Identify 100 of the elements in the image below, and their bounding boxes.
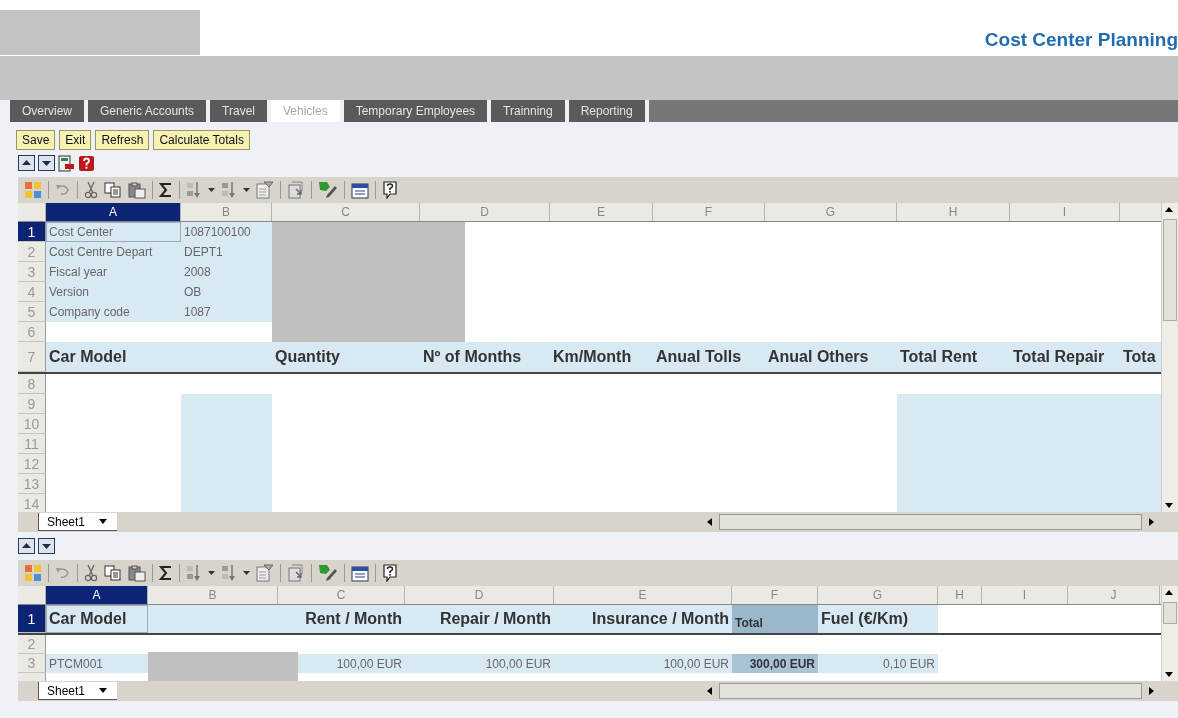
vertical-scrollbar[interactable] bbox=[1161, 586, 1178, 681]
scroll-thumb[interactable] bbox=[1163, 219, 1177, 321]
copy-icon[interactable] bbox=[104, 565, 122, 581]
move-up-icon[interactable] bbox=[18, 538, 35, 554]
nav-tab[interactable]: Temporary Employees bbox=[343, 100, 492, 122]
pencil-icon[interactable] bbox=[318, 181, 338, 199]
column-header[interactable]: F bbox=[732, 586, 818, 604]
input-area[interactable] bbox=[181, 494, 272, 512]
input-area[interactable] bbox=[148, 605, 278, 633]
row-number[interactable]: 6 bbox=[18, 322, 46, 342]
column-header[interactable]: D bbox=[420, 203, 550, 221]
move-down-icon[interactable] bbox=[38, 538, 55, 554]
row-number[interactable]: 2 bbox=[18, 635, 46, 654]
column-header[interactable]: E bbox=[550, 203, 653, 221]
nav-tab[interactable]: Generic Accounts bbox=[88, 100, 211, 122]
help-icon[interactable] bbox=[382, 181, 398, 199]
column-header[interactable]: G bbox=[818, 586, 938, 604]
row-number[interactable]: 3 bbox=[18, 654, 46, 673]
document-arrow-icon[interactable] bbox=[287, 564, 305, 582]
row-number[interactable]: 1 bbox=[18, 605, 46, 633]
table-cell: Company code bbox=[46, 302, 181, 322]
column-header[interactable]: E bbox=[554, 586, 732, 604]
row-number[interactable]: 10 bbox=[18, 414, 46, 434]
dropdown-caret-icon[interactable] bbox=[208, 188, 215, 192]
sort-descending-icon[interactable] bbox=[221, 564, 237, 582]
help-icon[interactable] bbox=[78, 154, 95, 172]
row-number[interactable]: 2 bbox=[18, 242, 46, 262]
table-cell: 2008 bbox=[181, 262, 272, 282]
column-header[interactable]: J bbox=[1068, 586, 1160, 604]
dropdown-caret-icon[interactable] bbox=[99, 688, 108, 693]
nav-tab[interactable]: Trainning bbox=[491, 100, 569, 122]
window-icon[interactable] bbox=[351, 564, 369, 582]
action-button[interactable]: Refresh bbox=[95, 130, 150, 150]
vertical-scrollbar[interactable] bbox=[1161, 203, 1178, 512]
row-number[interactable]: 5 bbox=[18, 302, 46, 322]
column-header[interactable]: A bbox=[46, 203, 181, 221]
row-number[interactable]: 1 bbox=[18, 222, 46, 242]
scissors-icon[interactable] bbox=[84, 564, 98, 582]
column-header[interactable]: I bbox=[982, 586, 1068, 604]
dropdown-caret-icon[interactable] bbox=[208, 571, 215, 575]
input-area[interactable] bbox=[897, 394, 1161, 414]
table-cell: Cost Centre Depart bbox=[46, 242, 181, 262]
help-icon[interactable] bbox=[382, 564, 398, 582]
column-header[interactable]: G bbox=[765, 203, 897, 221]
column-heading: Total bbox=[732, 605, 818, 633]
nav-tab[interactable]: Travel bbox=[210, 100, 271, 122]
column-header[interactable]: B bbox=[148, 586, 278, 604]
sum-icon[interactable] bbox=[159, 182, 173, 198]
action-button[interactable]: Save bbox=[16, 130, 56, 150]
layout-icon[interactable] bbox=[58, 154, 75, 172]
column-header[interactable]: H bbox=[938, 586, 982, 604]
input-area[interactable] bbox=[897, 494, 1161, 512]
sheet-tab[interactable]: Sheet1 bbox=[38, 513, 118, 531]
row-number[interactable]: 11 bbox=[18, 434, 46, 454]
row-number[interactable]: 12 bbox=[18, 454, 46, 474]
copy-icon[interactable] bbox=[104, 182, 122, 198]
nav-tab[interactable]: Reporting bbox=[568, 100, 649, 122]
row-number[interactable]: 7 bbox=[18, 342, 46, 372]
row-number[interactable]: 8 bbox=[18, 374, 46, 394]
column-header[interactable]: H bbox=[897, 203, 1010, 221]
column-header[interactable]: F bbox=[653, 203, 765, 221]
row-number[interactable]: 3 bbox=[18, 262, 46, 282]
sort-descending-icon[interactable] bbox=[221, 181, 237, 199]
paste-icon[interactable] bbox=[128, 564, 146, 582]
sum-icon[interactable] bbox=[159, 565, 173, 581]
dropdown-caret-icon[interactable] bbox=[243, 188, 250, 192]
filter-icon[interactable] bbox=[256, 564, 274, 582]
colored-squares-icon[interactable] bbox=[24, 181, 42, 199]
sheet-tab[interactable]: Sheet1 bbox=[38, 682, 118, 700]
document-arrow-icon[interactable] bbox=[287, 181, 305, 199]
column-header[interactable]: D bbox=[405, 586, 554, 604]
colored-squares-icon[interactable] bbox=[24, 564, 42, 582]
action-button[interactable]: Exit bbox=[59, 130, 92, 150]
column-header[interactable]: B bbox=[181, 203, 272, 221]
sort-ascending-icon[interactable] bbox=[186, 564, 202, 582]
dropdown-caret-icon[interactable] bbox=[243, 571, 250, 575]
column-header[interactable]: C bbox=[278, 586, 405, 604]
window-icon[interactable] bbox=[351, 181, 369, 199]
column-header[interactable]: I bbox=[1010, 203, 1120, 221]
column-header[interactable]: A bbox=[46, 586, 148, 604]
move-down-icon[interactable] bbox=[38, 155, 55, 171]
dropdown-caret-icon[interactable] bbox=[99, 519, 108, 524]
column-header[interactable]: C bbox=[272, 203, 420, 221]
scissors-icon[interactable] bbox=[84, 181, 98, 199]
nav-tab[interactable]: Vehicles bbox=[271, 100, 344, 122]
row-number[interactable]: 13 bbox=[18, 474, 46, 494]
filter-icon[interactable] bbox=[256, 181, 274, 199]
row-number[interactable]: 4 bbox=[18, 282, 46, 302]
move-up-icon[interactable] bbox=[18, 155, 35, 171]
column-heading: Fuel (€/Km) bbox=[818, 605, 938, 633]
row-number[interactable]: 9 bbox=[18, 394, 46, 414]
row-number[interactable]: 14 bbox=[18, 494, 46, 512]
input-area[interactable] bbox=[181, 394, 272, 414]
sort-ascending-icon[interactable] bbox=[186, 181, 202, 199]
pencil-icon[interactable] bbox=[318, 564, 338, 582]
scroll-thumb[interactable] bbox=[1163, 602, 1177, 624]
paste-icon[interactable] bbox=[128, 181, 146, 199]
nav-tab[interactable]: Overview bbox=[10, 100, 88, 122]
table-cell: Version bbox=[46, 282, 181, 302]
action-button[interactable]: Calculate Totals bbox=[153, 130, 250, 150]
